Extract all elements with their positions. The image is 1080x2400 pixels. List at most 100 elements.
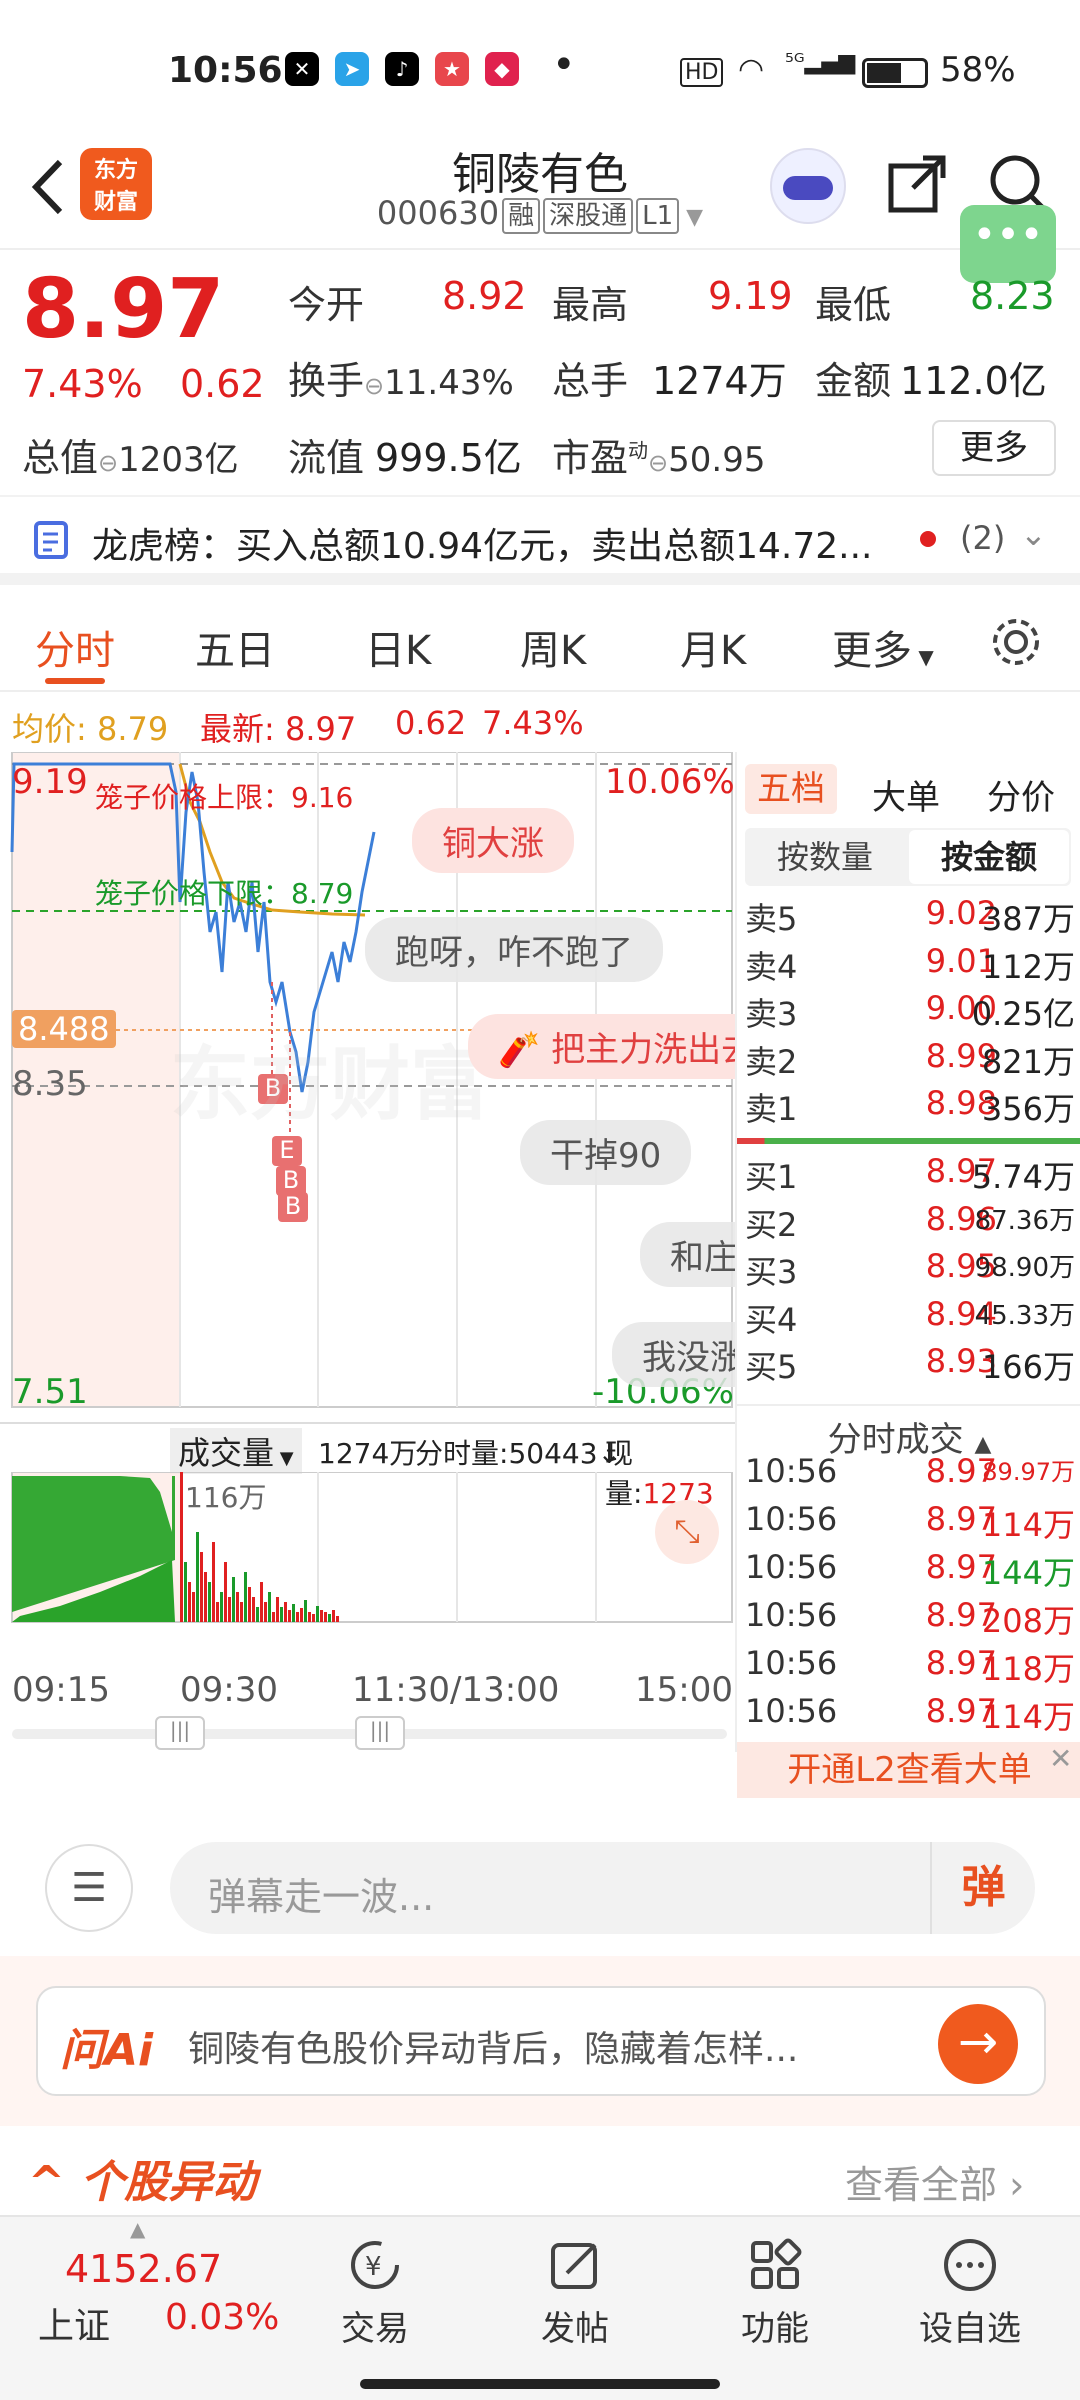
tab-monthly-k[interactable]: 月K bbox=[680, 618, 746, 676]
expand-chart-icon[interactable]: ⤡ bbox=[655, 1500, 719, 1564]
sell-row[interactable]: 卖5 9.02 387万 bbox=[745, 894, 1075, 940]
ai-query-bar[interactable]: 问Ai 铜陵有色股价异动背后，隐藏着怎样... → bbox=[36, 1986, 1046, 2096]
buy-row[interactable]: 买3 8.95 98.90万 bbox=[745, 1247, 1075, 1293]
index-name[interactable]: 上证 bbox=[38, 2297, 110, 2349]
tab-big-orders[interactable]: 大单 bbox=[872, 770, 940, 819]
tab-weekly-k[interactable]: 周K bbox=[520, 618, 586, 676]
tick-volume: 208万 bbox=[981, 1602, 1075, 1640]
volume-max-label: 116万 bbox=[185, 1481, 267, 1514]
subtab-by-amount[interactable]: 按金额 bbox=[909, 830, 1069, 884]
danmaku-3[interactable]: 🧨 把主力洗出去 bbox=[468, 1014, 735, 1079]
info-icon[interactable]: ⊖ bbox=[98, 449, 118, 477]
tick-row: 10:56 8.97 114万 bbox=[745, 1500, 1075, 1546]
open-value: 8.92 bbox=[442, 274, 527, 318]
nav-post[interactable]: 发帖 bbox=[500, 2237, 650, 2350]
tick-volume: 89.97万 bbox=[982, 1458, 1075, 1486]
volume-bar bbox=[292, 1604, 295, 1622]
sell-row[interactable]: 卖2 8.99 821万 bbox=[745, 1037, 1075, 1083]
buy-level-label: 买1 bbox=[745, 1158, 798, 1196]
volume-bar bbox=[256, 1607, 259, 1622]
volume-total: 1274万 bbox=[318, 1437, 418, 1470]
danmaku-4[interactable]: 干掉90 bbox=[520, 1120, 692, 1185]
sell-level-label: 卖5 bbox=[745, 900, 798, 938]
tab-daily-k[interactable]: 日K bbox=[365, 618, 431, 676]
danmaku-input[interactable]: 弹幕走一波... 弹 bbox=[170, 1842, 1035, 1934]
dragon-tiger-board[interactable]: 龙虎榜：买入总额10.94亿元，卖出总额14.72... (2) ⌄ bbox=[0, 495, 1080, 585]
tick-volume: 118万 bbox=[981, 1650, 1075, 1688]
l2-upgrade-banner[interactable]: 开通L2查看大单 bbox=[737, 1742, 1080, 1798]
sell-amount: 0.25亿 bbox=[971, 995, 1075, 1033]
info-icon[interactable]: ⊖ bbox=[364, 372, 384, 400]
sell-amount: 356万 bbox=[981, 1090, 1075, 1128]
stock-code: 000630 bbox=[376, 194, 500, 232]
tab-five-levels[interactable]: 五档 bbox=[745, 764, 837, 814]
scroll-handle-right[interactable]: ||| bbox=[355, 1716, 405, 1750]
volume-bar bbox=[312, 1614, 315, 1622]
sell-row[interactable]: 卖3 9.00 0.25亿 bbox=[745, 989, 1075, 1035]
danmaku-6[interactable]: 我没涨 bbox=[612, 1322, 735, 1387]
buy-row[interactable]: 买5 8.93 166万 bbox=[745, 1342, 1075, 1388]
info-percent: 7.43% bbox=[482, 704, 584, 742]
danmaku-settings-icon[interactable]: ☰ bbox=[45, 1844, 133, 1932]
volume-bar bbox=[324, 1612, 327, 1622]
app-notification-icon: ✕ bbox=[285, 52, 319, 86]
index-percent[interactable]: 0.03% bbox=[165, 2297, 279, 2338]
volume-bar bbox=[332, 1610, 335, 1622]
tick-row: 10:56 8.97 118万 bbox=[745, 1644, 1075, 1690]
tab-intraday[interactable]: 分时 bbox=[35, 618, 115, 676]
info-icon[interactable]: ⊖ bbox=[648, 449, 668, 477]
volume-bar bbox=[276, 1597, 279, 1622]
intraday-chart[interactable]: 9.19 8.35 7.51 10.06% -10.06% 笼子价格上限：9.1… bbox=[0, 752, 735, 1752]
volume-selector[interactable]: 成交量 ▼ bbox=[170, 1428, 302, 1474]
buy-level-label: 买2 bbox=[745, 1205, 798, 1244]
danmaku-5[interactable]: 和庄 bbox=[640, 1222, 735, 1287]
scroll-handle-left[interactable]: ||| bbox=[155, 1716, 205, 1750]
buy-row[interactable]: 买2 8.96 87.36万 bbox=[745, 1200, 1075, 1246]
turnover: 换手⊖11.43% bbox=[288, 350, 514, 405]
nav-trade[interactable]: ¥ 交易 bbox=[300, 2237, 450, 2350]
sell-row[interactable]: 卖1 8.98 356万 bbox=[745, 1084, 1075, 1130]
buy-row[interactable]: 买4 8.94 45.33万 bbox=[745, 1295, 1075, 1341]
sell-amount: 387万 bbox=[981, 900, 1075, 938]
anomaly-title[interactable]: ^ 个股异动 bbox=[28, 2146, 256, 2210]
tick-volume: 144万 bbox=[981, 1554, 1075, 1592]
danmaku-1[interactable]: 铜大涨 bbox=[412, 808, 574, 873]
chart-tabs: 分时 五日 日K 周K 月K 更多 ▼ bbox=[0, 590, 1080, 690]
sell-amount: 112万 bbox=[981, 947, 1075, 986]
volume-label: 总手 bbox=[552, 359, 629, 403]
danmaku-send-button[interactable]: 弹 bbox=[930, 1842, 1035, 1934]
volume-bar bbox=[236, 1592, 239, 1622]
close-icon[interactable]: ✕ bbox=[1049, 1742, 1072, 1775]
trade-marker-e[interactable]: E bbox=[272, 1136, 302, 1166]
tab-more[interactable]: 更多 ▼ bbox=[832, 618, 934, 676]
tick-time: 10:56 bbox=[745, 1548, 838, 1586]
nav-add-watchlist[interactable]: 设自选 bbox=[895, 2237, 1045, 2350]
longhu-count: (2) bbox=[960, 519, 1006, 557]
view-all-link[interactable]: 查看全部 › bbox=[845, 2154, 1024, 2209]
ai-query-text: 铜陵有色股价异动背后，隐藏着怎样... bbox=[188, 2029, 799, 2070]
float-cap-label: 流值 bbox=[288, 436, 365, 480]
volume-bar bbox=[232, 1577, 235, 1622]
more-button[interactable]: 更多 bbox=[932, 420, 1056, 476]
tab-five-day[interactable]: 五日 bbox=[195, 618, 275, 676]
trade-marker-b-3[interactable]: B bbox=[278, 1192, 308, 1222]
order-book-panel: 五档 大单 分价 按数量 按金额 卖5 9.02 387万 卖4 9.01 112万 卖3 9… bbox=[735, 752, 1080, 1798]
wifi-icon: ◠ bbox=[738, 52, 765, 87]
sell-row[interactable]: 卖4 9.01 112万 bbox=[745, 942, 1075, 988]
ai-assistant-icon[interactable] bbox=[770, 148, 846, 224]
nav-functions[interactable]: 功能 bbox=[700, 2237, 850, 2350]
share-icon[interactable] bbox=[885, 150, 951, 216]
index-value[interactable]: 4152.67 bbox=[65, 2247, 222, 2291]
tab-price-distribution[interactable]: 分价 bbox=[987, 770, 1055, 819]
volume-bar bbox=[300, 1608, 303, 1622]
volume-bar bbox=[244, 1572, 247, 1622]
subtab-by-quantity[interactable]: 按数量 bbox=[745, 828, 905, 886]
status-bar: 10:56 ✕ ➤ ♪ ★ ◆ • HD ◠ ⁵ᴳ▂▄▆ 58% bbox=[0, 0, 1080, 140]
buy-row[interactable]: 买1 8.97 5.74万 bbox=[745, 1152, 1075, 1198]
tick-row: 10:56 8.97 114万 bbox=[745, 1692, 1075, 1738]
arrow-right-icon[interactable]: → bbox=[938, 2004, 1018, 2084]
turnover-label: 换手 bbox=[288, 359, 365, 403]
more-dots-icon bbox=[944, 2239, 996, 2291]
settings-gear-icon[interactable] bbox=[988, 614, 1044, 670]
danmaku-2[interactable]: 跑呀，咋不跑了 bbox=[365, 917, 663, 982]
